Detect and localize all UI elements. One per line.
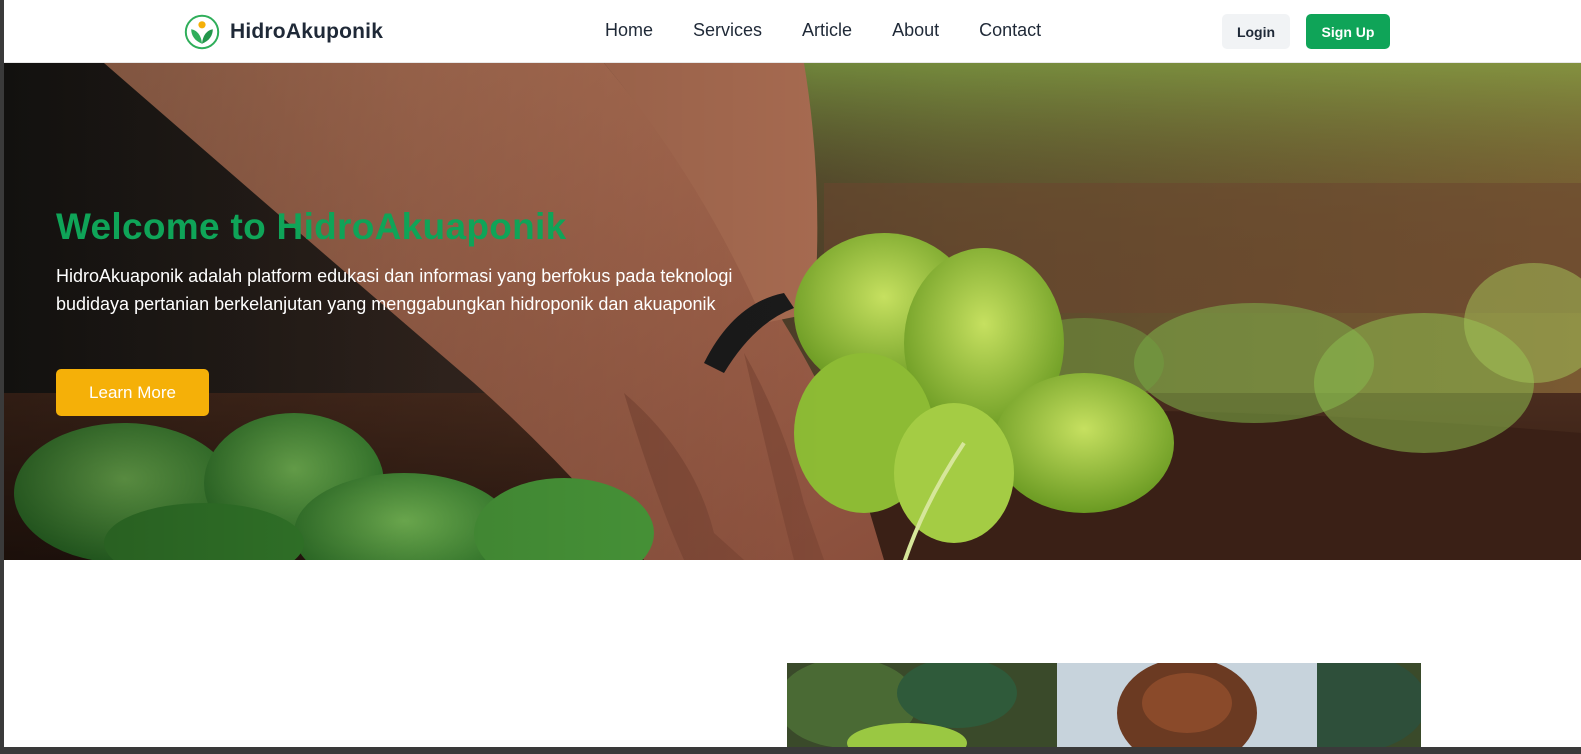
brand[interactable]: HidroAkuponik	[184, 12, 383, 52]
learn-more-button[interactable]: Learn More	[56, 369, 209, 416]
browser-viewport: HidroAkuponik Home Services Article Abou…	[4, 0, 1581, 747]
hero-title: Welcome to HidroAkuaponik	[56, 206, 567, 247]
nav-contact[interactable]: Contact	[979, 20, 1041, 41]
nav-home[interactable]: Home	[605, 20, 653, 41]
gardening-image	[787, 663, 1421, 747]
nav-about[interactable]: About	[892, 20, 939, 41]
navbar: HidroAkuponik Home Services Article Abou…	[4, 0, 1581, 63]
about-section	[4, 560, 1581, 747]
login-button[interactable]: Login	[1222, 14, 1290, 49]
nav-services[interactable]: Services	[693, 20, 762, 41]
nav-article[interactable]: Article	[802, 20, 852, 41]
signup-button[interactable]: Sign Up	[1306, 14, 1390, 49]
hero-description: HidroAkuaponik adalah platform edukasi d…	[56, 266, 733, 314]
leaf-logo-icon	[184, 14, 220, 50]
hero-section: Welcome to HidroAkuaponik HidroAkuaponik…	[4, 63, 1581, 560]
brand-name: HidroAkuponik	[230, 20, 384, 43]
nav-menu: Home Services Article About Contact	[605, 20, 1041, 41]
